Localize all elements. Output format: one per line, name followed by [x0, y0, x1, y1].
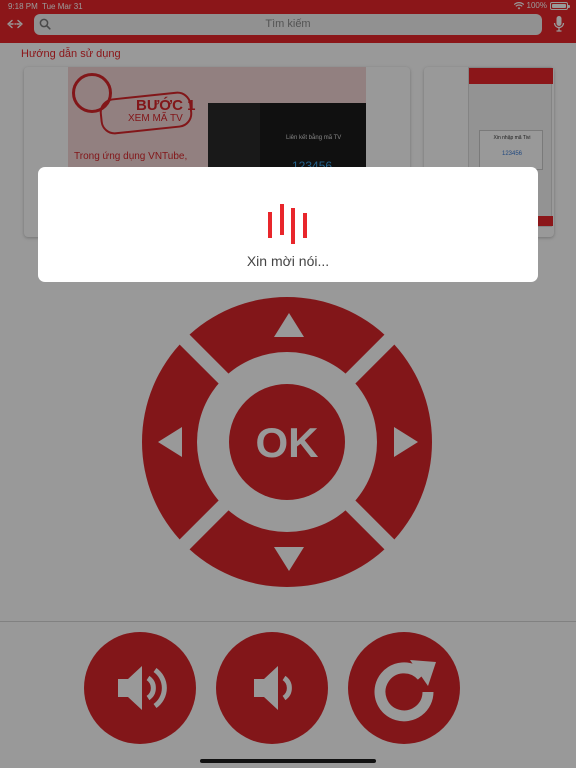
- modal-backdrop[interactable]: [0, 0, 576, 768]
- voice-prompt: Xin mời nói...: [246, 253, 330, 269]
- voice-input-dialog: Xin mời nói...: [38, 167, 538, 282]
- voice-wave-icon: [268, 204, 307, 244]
- home-indicator[interactable]: [200, 759, 376, 763]
